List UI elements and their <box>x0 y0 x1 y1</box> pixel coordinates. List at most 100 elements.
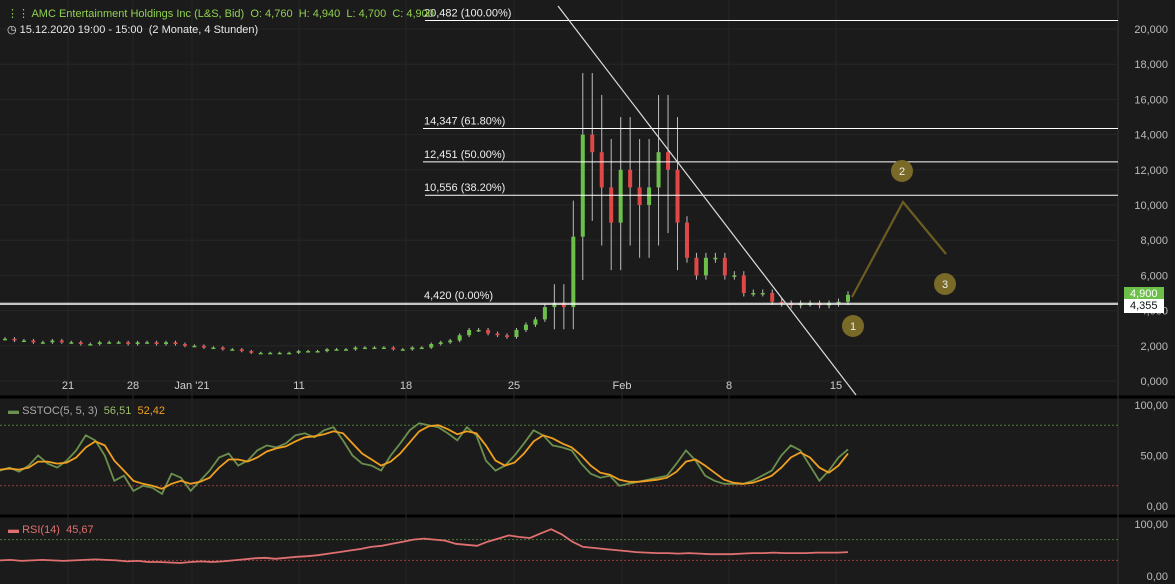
candle-body <box>88 344 93 346</box>
wave-marker-label: 3 <box>942 279 948 291</box>
candle-body <box>647 187 652 205</box>
candle-body <box>419 347 424 350</box>
candle-body <box>628 169 633 188</box>
x-tick-label: Jan '21 <box>174 380 209 392</box>
x-tick-label: 18 <box>400 380 412 392</box>
candle-body <box>201 345 206 348</box>
period-header: ◷ 15.12.2020 19:00 - 15:00 (2 Monate, 4 … <box>7 23 258 36</box>
candle-body <box>107 342 112 344</box>
candle-body <box>59 340 64 343</box>
stoch-name: SSTOC(5, 5, 3) <box>22 405 98 417</box>
rsi-name: RSI(14) <box>22 524 60 536</box>
y-tick-label: 12,000 <box>1134 165 1168 177</box>
fib-level-label: 20,482 (100.00%) <box>424 8 511 20</box>
fib-level-label: 12,451 (50.00%) <box>424 149 505 161</box>
x-tick-label: 11 <box>293 380 304 392</box>
candle-body <box>220 347 225 350</box>
wave-marker-label: 1 <box>850 321 856 333</box>
open-value: 4,760 <box>265 8 293 20</box>
high-value: 4,940 <box>312 8 341 20</box>
candle-body <box>713 257 718 260</box>
candle-body <box>618 169 623 223</box>
y-tick-label: 14,000 <box>1134 130 1168 142</box>
bars-icon: ⋮⋮ <box>7 8 29 20</box>
candle-body <box>694 257 699 276</box>
indicator-y-tick: 0,00 <box>1147 501 1168 513</box>
stoch-d-value: 52,42 <box>137 405 165 417</box>
candle-body <box>343 349 348 351</box>
candle-body <box>703 257 708 276</box>
fib-level-label: 10,556 (38.20%) <box>424 182 505 194</box>
y-tick-label: 10,000 <box>1134 200 1168 212</box>
candle-body <box>249 351 254 353</box>
chart-canvas[interactable]: 2128Jan '21111825Feb8150,0002,0004,0006,… <box>0 0 1175 584</box>
y-tick-label: 8,000 <box>1140 235 1168 247</box>
candle-body <box>40 342 45 344</box>
candle-body <box>760 293 765 295</box>
candle-body <box>135 342 140 345</box>
candle-body <box>126 342 131 345</box>
candle-body <box>287 352 292 355</box>
candle-body <box>400 349 405 351</box>
candle-body <box>448 340 453 343</box>
candle-body <box>239 349 244 352</box>
indicator-y-tick: 0,00 <box>1147 571 1168 583</box>
candle-body <box>476 329 481 332</box>
instrument-header: ⋮⋮ AMC Entertainment Holdings Inc (L&S, … <box>7 8 434 20</box>
candle-body <box>609 187 614 223</box>
candle-body <box>277 352 282 355</box>
candle-body <box>637 187 642 205</box>
candle-body <box>846 294 850 302</box>
candle-body <box>12 338 17 341</box>
fib-level-label: 14,347 (61.80%) <box>424 115 505 127</box>
marker-price-tag: 4,355 <box>1124 299 1164 313</box>
x-tick-label: 25 <box>508 380 520 392</box>
candle-body <box>230 349 235 351</box>
candle-body <box>21 340 26 343</box>
candle-body <box>306 351 311 353</box>
candle-body <box>50 340 55 343</box>
y-tick-label: 0,000 <box>1140 376 1168 388</box>
candle-body <box>741 275 746 293</box>
candle-body <box>467 329 472 336</box>
candle-body <box>514 329 519 337</box>
candle-body <box>599 152 604 188</box>
y-tick-label: 6,000 <box>1140 270 1168 282</box>
candle-body <box>78 342 83 345</box>
stoch-legend-icon: ▬ <box>8 405 19 417</box>
x-tick-label: Feb <box>613 380 632 392</box>
rsi-legend-icon: ▬ <box>8 524 19 536</box>
low-value: 4,700 <box>358 8 387 20</box>
candle-body <box>533 319 538 325</box>
candle-body <box>523 324 528 330</box>
candle-body <box>675 169 680 223</box>
candle-body <box>580 134 585 237</box>
candle-body <box>486 329 491 334</box>
candle-body <box>296 351 301 353</box>
candle-body <box>362 347 367 350</box>
candle-body <box>751 293 756 295</box>
candle-body <box>69 342 74 344</box>
indicator-y-tick: 100,00 <box>1134 519 1168 531</box>
candle-body <box>381 347 386 350</box>
candle-body <box>571 236 576 308</box>
x-tick-label: 15 <box>830 380 842 392</box>
candle-body <box>438 342 443 345</box>
candle-body <box>372 347 377 350</box>
y-tick-label: 18,000 <box>1134 59 1168 71</box>
candle-body <box>353 347 358 350</box>
x-tick-label: 28 <box>127 380 139 392</box>
rsi-header: ▬ RSI(14) 45,67 <box>8 524 94 536</box>
interval-label: (2 Monate, 4 Stunden) <box>148 24 259 36</box>
candle-body <box>457 335 462 341</box>
close-value: 4,900 <box>406 8 434 20</box>
stoch-header: ▬ SSTOC(5, 5, 3) 56,51 52,42 <box>8 405 165 417</box>
candle-body <box>258 352 263 355</box>
candle-body <box>391 347 396 350</box>
rsi-value: 45,67 <box>66 524 94 536</box>
candle-body <box>116 342 121 344</box>
candle-body <box>656 152 661 188</box>
period-range: 15.12.2020 19:00 - 15:00 <box>19 24 143 36</box>
candle-body <box>182 344 187 346</box>
wave-marker-label: 2 <box>899 166 905 178</box>
